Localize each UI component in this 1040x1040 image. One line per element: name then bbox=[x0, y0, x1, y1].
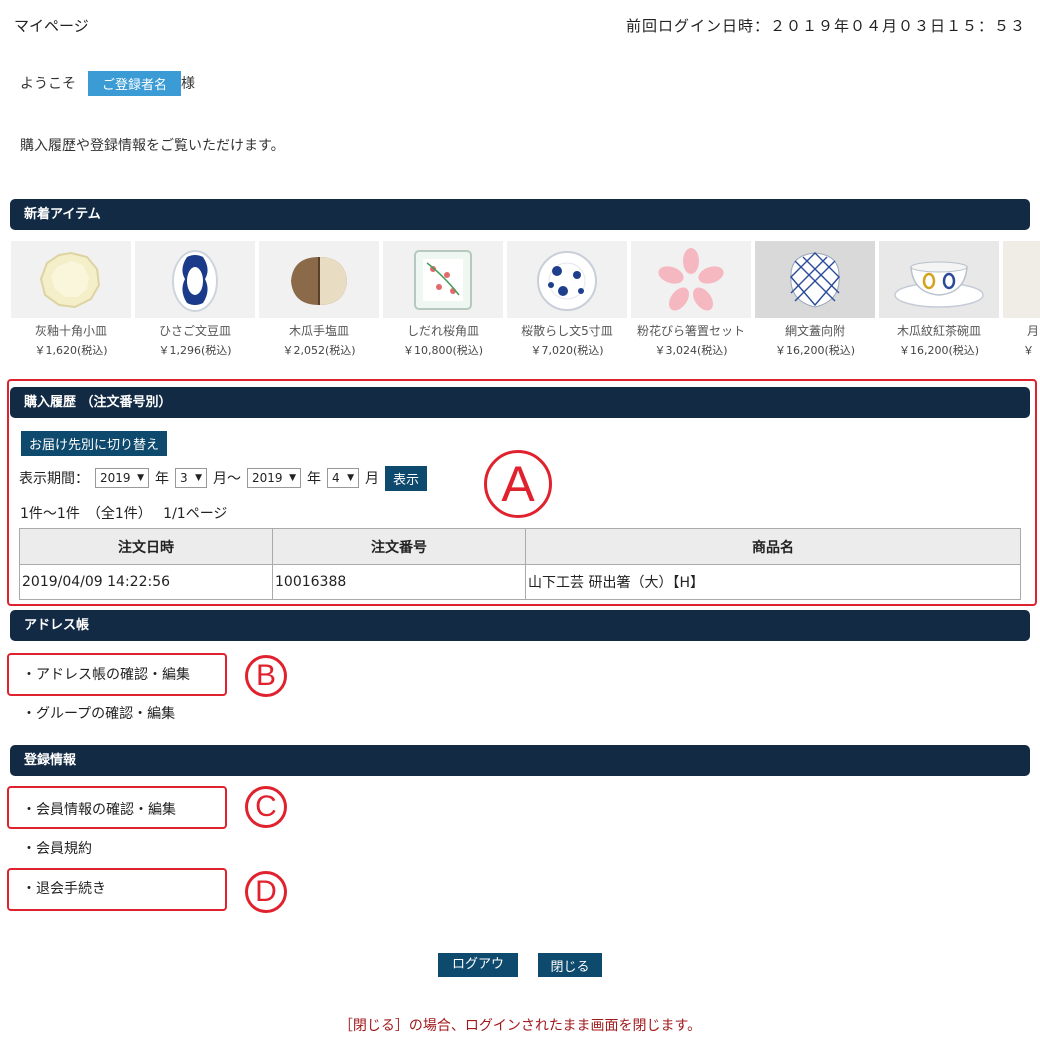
item-price: ￥3,024(税込) bbox=[654, 344, 728, 357]
year-unit-label: 年 bbox=[155, 471, 169, 487]
member-terms-link[interactable]: ・会員規約 bbox=[22, 838, 92, 858]
item-thumbnail[interactable] bbox=[507, 241, 627, 318]
user-name-badge: ご登録者名 bbox=[88, 70, 182, 96]
new-item[interactable]: 網文蓋向附 ￥16,200(税込) bbox=[755, 241, 875, 361]
item-name[interactable]: 網文蓋向附 bbox=[755, 322, 875, 339]
welcome-message: ようこそ ご登録者名 様 bbox=[20, 70, 195, 96]
result-count: 1件～1件 （全1件） 1/1ページ bbox=[20, 506, 228, 522]
new-item[interactable]: 粉花びら箸置セット ￥3,024(税込) bbox=[631, 241, 751, 361]
new-item[interactable]: 木瓜紋紅茶碗皿 ￥16,200(税込) bbox=[879, 241, 999, 361]
order-date-cell: 2019/04/09 14:22:56 bbox=[19, 564, 273, 600]
order-history-table: 注文日時 注文番号 商品名 2019/04/09 14:22:56 100163… bbox=[19, 528, 1021, 600]
item-price: ￥16,200(税込) bbox=[898, 344, 980, 357]
item-thumbnail[interactable] bbox=[1003, 241, 1040, 318]
table-header-row: 注文日時 注文番号 商品名 bbox=[19, 528, 1021, 565]
column-header-order-number: 注文番号 bbox=[272, 528, 526, 565]
purchase-history-header: 購入履歴 （注文番号別） bbox=[10, 387, 1030, 418]
intro-text: 購入履歴や登録情報をご覧いただけます。 bbox=[20, 138, 285, 154]
item-price: ￥1,296(税込) bbox=[158, 344, 232, 357]
month-unit-label: 月 bbox=[365, 471, 379, 487]
chevron-down-icon: ▼ bbox=[195, 473, 202, 483]
table-row[interactable]: 2019/04/09 14:22:56 10016388 山下工芸 研出箸（大）… bbox=[19, 564, 1021, 600]
item-price: ￥2,052(税込) bbox=[282, 344, 356, 357]
new-item[interactable]: 桜散らし文5寸皿 ￥7,020(税込) bbox=[507, 241, 627, 361]
show-button[interactable]: 表示 bbox=[385, 465, 428, 491]
page-title: マイページ bbox=[14, 17, 89, 35]
new-item[interactable]: 月 ￥ bbox=[1003, 241, 1040, 361]
item-name[interactable]: 木瓜紋紅茶碗皿 bbox=[879, 322, 999, 339]
from-month-value: 3 bbox=[180, 471, 188, 485]
column-header-product: 商品名 bbox=[525, 528, 1021, 565]
item-thumbnail[interactable] bbox=[11, 241, 131, 318]
item-thumbnail[interactable] bbox=[631, 241, 751, 318]
from-year-select[interactable]: 2019 ▼ bbox=[95, 468, 149, 488]
switch-to-delivery-button[interactable]: お届け先別に切り替え bbox=[21, 431, 168, 456]
address-book-edit-link[interactable]: ・アドレス帳の確認・編集 bbox=[22, 664, 190, 684]
period-filter: 表示期間： 2019 ▼ 年 3 ▼ 月～ 2019 ▼ 年 4 ▼ 月 表示 bbox=[19, 465, 433, 491]
item-thumbnail[interactable] bbox=[135, 241, 255, 318]
close-note: ［閉じる］の場合、ログインされたまま画面を閉じます。 bbox=[338, 1018, 702, 1034]
annotation-label-c: C bbox=[245, 786, 287, 828]
item-thumbnail[interactable] bbox=[755, 241, 875, 318]
annotation-label-d: D bbox=[245, 871, 287, 913]
item-name[interactable]: しだれ桜角皿 bbox=[383, 322, 503, 339]
new-item[interactable]: ひさご文豆皿 ￥1,296(税込) bbox=[135, 241, 255, 361]
logout-button[interactable]: ログアウト bbox=[438, 953, 518, 991]
new-item[interactable]: 灰釉十角小皿 ￥1,620(税込) bbox=[11, 241, 131, 361]
annotation-label-a: A bbox=[484, 450, 552, 518]
to-year-value: 2019 bbox=[252, 471, 283, 485]
month-range-label: 月～ bbox=[213, 471, 241, 487]
group-edit-link[interactable]: ・グループの確認・編集 bbox=[22, 703, 175, 723]
from-year-value: 2019 bbox=[100, 471, 131, 485]
column-header-date: 注文日時 bbox=[19, 528, 273, 565]
item-price: ￥16,200(税込) bbox=[774, 344, 856, 357]
welcome-prefix: ようこそ bbox=[20, 76, 76, 92]
registration-header: 登録情報 bbox=[10, 745, 1030, 776]
period-label: 表示期間： bbox=[19, 471, 89, 487]
item-thumbnail[interactable] bbox=[879, 241, 999, 318]
year-unit-label: 年 bbox=[307, 471, 321, 487]
chevron-down-icon: ▼ bbox=[289, 473, 296, 483]
from-month-select[interactable]: 3 ▼ bbox=[175, 468, 207, 488]
item-name[interactable]: ひさご文豆皿 bbox=[135, 322, 255, 339]
item-price: ￥10,800(税込) bbox=[402, 344, 484, 357]
welcome-suffix: 様 bbox=[181, 76, 196, 92]
chevron-down-icon: ▼ bbox=[347, 473, 354, 483]
address-book-header: アドレス帳 bbox=[10, 610, 1030, 641]
new-items-carousel: 灰釉十角小皿 ￥1,620(税込) ひさご文豆皿 ￥1,296(税込) 木瓜手塩… bbox=[11, 241, 1040, 361]
new-items-header: 新着アイテム bbox=[10, 199, 1030, 230]
item-price: ￥7,020(税込) bbox=[530, 344, 604, 357]
close-button[interactable]: 閉じる bbox=[538, 953, 602, 977]
new-item[interactable]: 木瓜手塩皿 ￥2,052(税込) bbox=[259, 241, 379, 361]
item-name[interactable]: 桜散らし文5寸皿 bbox=[507, 322, 627, 339]
to-month-value: 4 bbox=[332, 471, 340, 485]
item-name[interactable]: 木瓜手塩皿 bbox=[259, 322, 379, 339]
item-name[interactable]: 粉花びら箸置セット bbox=[631, 322, 751, 339]
annotation-label-b: B bbox=[245, 655, 287, 697]
to-month-select[interactable]: 4 ▼ bbox=[327, 468, 359, 488]
to-year-select[interactable]: 2019 ▼ bbox=[247, 468, 301, 488]
item-thumbnail[interactable] bbox=[259, 241, 379, 318]
item-thumbnail[interactable] bbox=[383, 241, 503, 318]
new-item[interactable]: しだれ桜角皿 ￥10,800(税込) bbox=[383, 241, 503, 361]
withdraw-link[interactable]: ・退会手続き bbox=[22, 878, 106, 898]
last-login-datetime: 前回ログイン日時：２０１９年０４月０３日１５：５３ bbox=[625, 17, 1026, 35]
order-number-cell[interactable]: 10016388 bbox=[272, 564, 526, 600]
product-name-cell[interactable]: 山下工芸 研出箸（大）【H】 bbox=[525, 564, 1021, 600]
item-price: ￥ bbox=[1023, 344, 1034, 357]
member-info-edit-link[interactable]: ・会員情報の確認・編集 bbox=[22, 799, 176, 819]
chevron-down-icon: ▼ bbox=[137, 473, 144, 483]
item-name[interactable]: 灰釉十角小皿 bbox=[11, 322, 131, 339]
item-price: ￥1,620(税込) bbox=[34, 344, 108, 357]
item-name[interactable]: 月 bbox=[1003, 322, 1040, 339]
